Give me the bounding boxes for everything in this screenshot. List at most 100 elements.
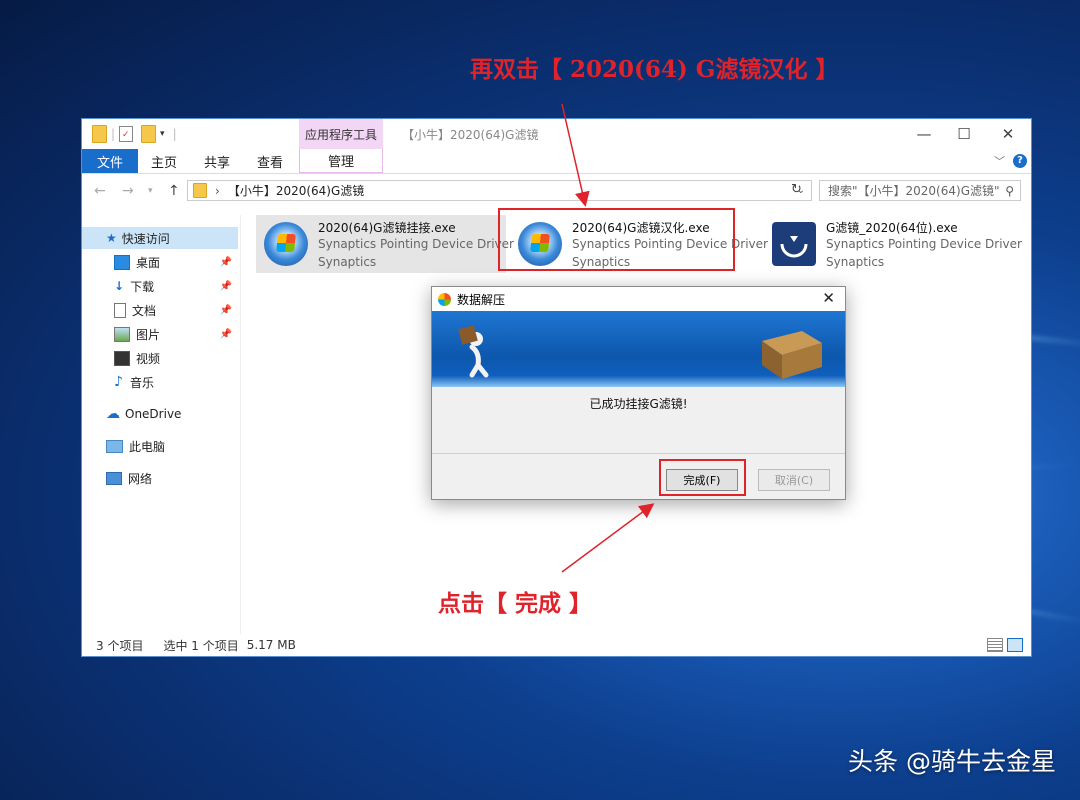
desktop-icon	[114, 254, 130, 270]
download-icon: ↓	[114, 279, 125, 293]
document-icon	[114, 302, 126, 318]
pin-icon: 📌	[219, 256, 232, 268]
sidebar-item-this-pc[interactable]: 此电脑	[82, 435, 238, 457]
status-bar: 3 个项目 选中 1 个项目 5.17 MB	[82, 634, 1031, 656]
item-count: 3 个项目	[96, 638, 144, 653]
new-folder-icon[interactable]	[141, 125, 157, 143]
chevron-down-icon[interactable]: ﹀	[994, 153, 1005, 169]
dialog-banner	[432, 311, 845, 387]
breadcrumb-separator-icon: ›	[215, 183, 220, 198]
navigation-pane: ★ 快速访问 桌面 📌 ↓ 下载 📌 文档 📌 图片 📌 视频 ♪ 音乐 ☁ O…	[82, 215, 241, 634]
tab-file[interactable]: 文件	[82, 149, 138, 173]
folder-icon	[193, 183, 207, 198]
sidebar-item-desktop[interactable]: 桌面 📌	[82, 251, 238, 273]
pin-icon: 📌	[219, 328, 232, 340]
address-row: ← → ▾ ↑ › 【小牛】2020(64)G滤镜 ⌄ ↻ 搜索"【小牛】202…	[82, 177, 1031, 205]
large-icons-view-icon[interactable]	[1007, 638, 1023, 652]
sidebar-item-label: 快速访问	[121, 231, 170, 246]
extract-dialog: 数据解压 ✕ 已成功挂接G滤镜! 完成(F) 取消(C)	[431, 286, 846, 500]
windows-logo-icon	[264, 222, 308, 266]
quick-access-toolbar: | ✓ ▾ |	[92, 125, 177, 143]
banner-illustration	[458, 325, 822, 379]
title-bar: | ✓ ▾ | 应用程序工具 【小牛】2020(64)G滤镜 — ☐ ✕	[82, 119, 1031, 149]
search-icon[interactable]: ⚲	[1005, 184, 1014, 198]
selected-size: 5.17 MB	[246, 638, 296, 652]
sidebar-item-downloads[interactable]: ↓ 下载 📌	[82, 275, 238, 297]
sidebar-item-network[interactable]: 网络	[82, 467, 238, 489]
dialog-message: 已成功挂接G滤镜!	[589, 397, 688, 411]
minimize-button[interactable]: —	[913, 123, 935, 145]
dialog-title: 数据解压	[457, 292, 506, 307]
ribbon-tabs: 文件 主页 共享 查看 管理 ﹀ ?	[82, 149, 1031, 174]
sidebar-item-onedrive[interactable]: ☁ OneDrive	[82, 403, 238, 425]
search-placeholder: 搜索"【小牛】2020(64)G滤镜"	[828, 184, 1000, 198]
sidebar-item-label: 文档	[132, 303, 157, 318]
person-carrying-box-icon	[458, 325, 489, 378]
sidebar-item-label: 下载	[130, 279, 155, 294]
refresh-icon[interactable]: ↻	[791, 182, 802, 197]
computer-icon	[106, 439, 123, 453]
watermark: 头条 @骑牛去金星	[848, 747, 1056, 776]
recent-locations-icon[interactable]: ▾	[148, 186, 153, 196]
annotation-top: 再双击【 2020(64) G滤镜汉化 】	[470, 56, 839, 83]
open-box-icon	[762, 331, 822, 379]
pin-icon: 📌	[219, 304, 232, 316]
windows-logo-icon	[438, 292, 451, 306]
file-description: Synaptics Pointing Device Driver	[318, 237, 514, 251]
file-item[interactable]: G滤镜_2020(64位).exe Synaptics Pointing Dev…	[764, 215, 1022, 273]
sidebar-item-label: 视频	[136, 351, 161, 366]
picture-icon	[114, 326, 130, 342]
sidebar-item-documents[interactable]: 文档 📌	[82, 299, 238, 321]
tab-manage[interactable]: 管理	[299, 149, 383, 173]
close-button[interactable]: ✕	[997, 123, 1019, 145]
tab-home[interactable]: 主页	[151, 149, 177, 173]
up-arrow-icon[interactable]: ↑	[168, 183, 180, 199]
file-name: G滤镜_2020(64位).exe	[826, 221, 958, 235]
maximize-button[interactable]: ☐	[953, 123, 975, 145]
sidebar-item-label: OneDrive	[125, 407, 182, 421]
sidebar-item-label: 桌面	[136, 255, 161, 270]
dialog-title-bar: 数据解压 ✕	[432, 287, 845, 311]
file-description: Synaptics Pointing Device Driver	[826, 237, 1022, 251]
dialog-divider	[432, 453, 845, 454]
network-icon	[106, 471, 122, 485]
cancel-button[interactable]: 取消(C)	[758, 469, 830, 491]
installer-icon	[772, 222, 816, 266]
sidebar-item-videos[interactable]: 视频	[82, 347, 238, 369]
video-icon	[114, 350, 130, 366]
file-item[interactable]: 2020(64)G滤镜挂接.exe Synaptics Pointing Dev…	[256, 215, 514, 273]
sidebar-item-pictures[interactable]: 图片 📌	[82, 323, 238, 345]
star-icon: ★	[106, 231, 117, 245]
details-view-icon[interactable]	[987, 638, 1003, 652]
cloud-icon: ☁	[106, 406, 120, 422]
file-name: 2020(64)G滤镜挂接.exe	[318, 221, 456, 235]
sidebar-item-quick-access[interactable]: ★ 快速访问	[82, 227, 238, 249]
window-title: 【小牛】2020(64)G滤镜	[402, 128, 539, 142]
close-icon[interactable]: ✕	[822, 289, 835, 307]
file-company: Synaptics	[318, 255, 377, 269]
breadcrumb[interactable]: 【小牛】2020(64)G滤镜	[228, 182, 364, 199]
music-icon: ♪	[114, 374, 123, 390]
back-arrow-icon[interactable]: ←	[94, 183, 106, 199]
installer-arrow-icon	[780, 236, 808, 258]
pin-icon: 📌	[219, 280, 232, 292]
annotation-bottom: 点击【 完成 】	[438, 590, 593, 617]
sidebar-item-music[interactable]: ♪ 音乐	[82, 371, 238, 393]
sidebar-item-label: 此电脑	[129, 439, 166, 454]
sidebar-item-label: 网络	[128, 471, 153, 486]
forward-arrow-icon[interactable]: →	[122, 183, 134, 199]
properties-icon[interactable]: ✓	[119, 126, 134, 142]
help-icon[interactable]: ?	[1013, 154, 1027, 168]
tab-view[interactable]: 查看	[257, 149, 283, 173]
folder-icon	[92, 125, 107, 143]
sidebar-item-label: 音乐	[129, 375, 154, 390]
file-company: Synaptics	[826, 255, 885, 269]
address-bar[interactable]: › 【小牛】2020(64)G滤镜 ⌄	[187, 180, 812, 201]
selected-count: 选中 1 个项目	[163, 638, 239, 653]
customize-toolbar-icon[interactable]: ▾	[160, 129, 165, 139]
app-tools-context-tab: 应用程序工具	[299, 119, 383, 149]
tab-share[interactable]: 共享	[204, 149, 230, 173]
highlight-box-file	[498, 208, 735, 271]
sidebar-item-label: 图片	[136, 327, 161, 342]
search-input[interactable]: 搜索"【小牛】2020(64)G滤镜" ⚲	[819, 180, 1021, 201]
